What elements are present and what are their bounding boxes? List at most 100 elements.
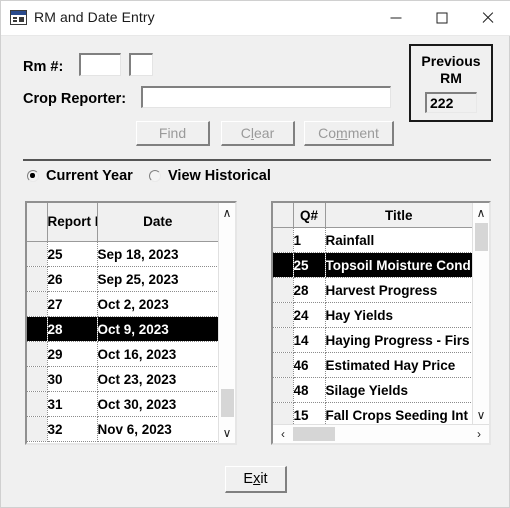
row-selector-cell[interactable] — [273, 227, 294, 253]
question-number-cell[interactable]: 14 — [293, 327, 326, 353]
row-selector-cell[interactable] — [273, 352, 294, 378]
question-title-cell[interactable]: Estimated Hay Price — [325, 352, 473, 378]
report-number-cell[interactable]: 32 — [47, 416, 98, 442]
questions-table: Q# Title 1 Rainfall 25 Topsoil Moisture … — [273, 203, 473, 425]
row-selector-cell[interactable] — [27, 366, 48, 392]
minimize-button[interactable] — [373, 1, 419, 34]
table-row[interactable]: 1 Rainfall — [273, 227, 473, 253]
report-date-cell[interactable]: Oct 30, 2023 — [97, 391, 219, 417]
report-date-cell[interactable]: Oct 2, 2023 — [97, 291, 219, 317]
reports-table: Report Number Date 25 Sep 18, 2023 26 Se… — [27, 203, 219, 442]
rm-number-input-1[interactable] — [79, 53, 121, 76]
report-date-cell[interactable]: Oct 9, 2023 — [97, 316, 219, 342]
previous-rm-label: Previous RM — [411, 53, 491, 87]
questions-grid[interactable]: Q# Title 1 Rainfall 25 Topsoil Moisture … — [271, 201, 491, 445]
scroll-up-icon[interactable]: ∧ — [219, 207, 235, 219]
reports-header-selector — [27, 203, 48, 242]
question-title-cell[interactable]: Hay Yields — [325, 302, 473, 328]
row-selector-cell[interactable] — [273, 327, 294, 353]
table-row[interactable]: 32 Nov 6, 2023 — [27, 416, 219, 442]
reports-scroll-thumb[interactable] — [221, 389, 234, 417]
table-row[interactable]: 25 Sep 18, 2023 — [27, 241, 219, 267]
questions-grid-vertical-scrollbar[interactable]: ∧ ∨ — [472, 203, 489, 425]
question-title-cell[interactable]: Fall Crops Seeding Int — [325, 402, 473, 425]
table-row[interactable]: 15 Fall Crops Seeding Int — [273, 402, 473, 425]
scroll-left-icon[interactable]: ‹ — [275, 428, 291, 440]
question-title-cell[interactable]: Haying Progress - Firs — [325, 327, 473, 353]
questions-grid-viewport: Q# Title 1 Rainfall 25 Topsoil Moisture … — [273, 203, 473, 425]
report-date-cell[interactable]: Sep 25, 2023 — [97, 266, 219, 292]
row-selector-cell[interactable] — [27, 266, 48, 292]
scroll-down-icon[interactable]: ∨ — [219, 427, 235, 439]
question-title-cell[interactable]: Silage Yields — [325, 377, 473, 403]
question-title-cell[interactable]: Topsoil Moisture Cond — [325, 252, 473, 278]
report-number-cell[interactable]: 27 — [47, 291, 98, 317]
question-title-cell[interactable]: Rainfall — [325, 227, 473, 253]
questions-header-selector — [273, 203, 294, 228]
radio-current-year[interactable]: Current Year — [27, 168, 133, 184]
row-selector-cell[interactable] — [27, 241, 48, 267]
reports-header-date[interactable]: Date — [97, 203, 219, 242]
radio-view-historical[interactable]: View Historical — [149, 168, 271, 184]
question-number-cell[interactable]: 25 — [293, 252, 326, 278]
table-row[interactable]: 30 Oct 23, 2023 — [27, 366, 219, 392]
question-number-cell[interactable]: 28 — [293, 277, 326, 303]
row-selector-cell[interactable] — [27, 391, 48, 417]
comment-button[interactable]: Comment — [304, 121, 394, 146]
report-number-cell[interactable]: 28 — [47, 316, 98, 342]
row-selector-cell[interactable] — [27, 416, 48, 442]
clear-button[interactable]: Clear — [221, 121, 295, 146]
report-date-cell[interactable]: Oct 16, 2023 — [97, 341, 219, 367]
table-row-selected[interactable]: 28 Oct 9, 2023 — [27, 316, 219, 342]
questions-header-title[interactable]: Title — [325, 203, 473, 228]
report-date-cell[interactable]: Nov 6, 2023 — [97, 416, 219, 442]
scroll-down-icon[interactable]: ∨ — [473, 409, 489, 421]
row-selector-cell[interactable] — [273, 377, 294, 403]
row-selector-cell[interactable] — [27, 316, 48, 342]
report-date-cell[interactable]: Sep 18, 2023 — [97, 241, 219, 267]
questions-hscroll-thumb[interactable] — [293, 427, 335, 441]
questions-header-qnum[interactable]: Q# — [293, 203, 326, 228]
row-selector-cell[interactable] — [273, 277, 294, 303]
scroll-up-icon[interactable]: ∧ — [473, 207, 489, 219]
question-title-cell[interactable]: Harvest Progress — [325, 277, 473, 303]
table-row[interactable]: 24 Hay Yields — [273, 302, 473, 328]
question-number-cell[interactable]: 46 — [293, 352, 326, 378]
questions-scroll-thumb[interactable] — [475, 223, 488, 251]
reports-grid-vertical-scrollbar[interactable]: ∧ ∨ — [218, 203, 235, 443]
report-number-cell[interactable]: 26 — [47, 266, 98, 292]
table-row[interactable]: 26 Sep 25, 2023 — [27, 266, 219, 292]
reports-header-number[interactable]: Report Number — [47, 203, 98, 242]
questions-grid-horizontal-scrollbar[interactable]: ‹ › — [273, 424, 489, 443]
row-selector-cell[interactable] — [27, 341, 48, 367]
table-row[interactable]: 31 Oct 30, 2023 — [27, 391, 219, 417]
question-number-cell[interactable]: 48 — [293, 377, 326, 403]
scroll-right-icon[interactable]: › — [471, 428, 487, 440]
table-row-selected[interactable]: 25 Topsoil Moisture Cond — [273, 252, 473, 278]
find-button[interactable]: Find — [136, 121, 210, 146]
table-row[interactable]: 48 Silage Yields — [273, 377, 473, 403]
question-number-cell[interactable]: 15 — [293, 402, 326, 425]
row-selector-cell[interactable] — [273, 402, 294, 425]
report-date-cell[interactable]: Oct 23, 2023 — [97, 366, 219, 392]
row-selector-cell[interactable] — [273, 302, 294, 328]
table-row[interactable]: 28 Harvest Progress — [273, 277, 473, 303]
table-row[interactable]: 14 Haying Progress - Firs — [273, 327, 473, 353]
report-number-cell[interactable]: 30 — [47, 366, 98, 392]
crop-reporter-input[interactable] — [141, 86, 391, 108]
row-selector-cell[interactable] — [27, 291, 48, 317]
close-button[interactable] — [465, 1, 510, 34]
report-number-cell[interactable]: 31 — [47, 391, 98, 417]
row-selector-cell[interactable] — [273, 252, 294, 278]
table-row[interactable]: 46 Estimated Hay Price — [273, 352, 473, 378]
table-row[interactable]: 29 Oct 16, 2023 — [27, 341, 219, 367]
exit-button[interactable]: Exit — [225, 466, 287, 493]
reports-grid[interactable]: Report Number Date 25 Sep 18, 2023 26 Se… — [25, 201, 237, 445]
report-number-cell[interactable]: 25 — [47, 241, 98, 267]
maximize-button[interactable] — [419, 1, 465, 34]
report-number-cell[interactable]: 29 — [47, 341, 98, 367]
question-number-cell[interactable]: 1 — [293, 227, 326, 253]
table-row[interactable]: 27 Oct 2, 2023 — [27, 291, 219, 317]
question-number-cell[interactable]: 24 — [293, 302, 326, 328]
rm-number-input-2[interactable] — [129, 53, 153, 76]
